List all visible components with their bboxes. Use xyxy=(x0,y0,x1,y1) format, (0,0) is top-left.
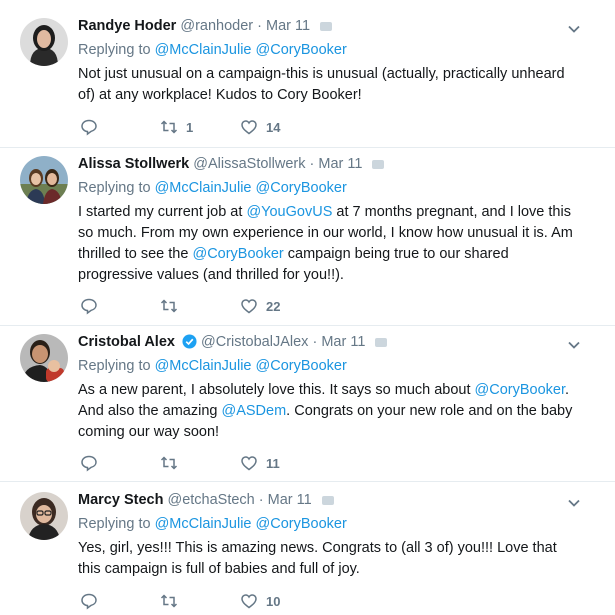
user-name[interactable]: Randye Hoder xyxy=(78,18,176,34)
heart-icon xyxy=(241,120,257,135)
tweet-date[interactable]: Mar 11 xyxy=(318,156,362,172)
replying-to: Replying to @McClainJulie @CoryBooker xyxy=(78,356,347,376)
mention-link[interactable]: @YouGovUS xyxy=(246,204,332,220)
tweet-3[interactable]: Cristobal Alex @CristobalJAlex · Mar 11 … xyxy=(0,326,615,482)
like-count: 10 xyxy=(266,593,281,609)
tweet-text: As a new parent, I absolutely love this.… xyxy=(78,380,578,443)
heart-icon xyxy=(241,456,257,471)
user-name[interactable]: Marcy Stech xyxy=(78,492,163,508)
replying-to: Replying to @McClainJulie @CoryBooker xyxy=(78,514,347,534)
mention-link[interactable]: @ASDem xyxy=(221,403,286,419)
translate-icon xyxy=(321,495,334,505)
reply-icon xyxy=(81,593,97,610)
user-handle[interactable]: @ranhoder xyxy=(180,18,253,34)
retweet-icon xyxy=(160,120,178,134)
reply-button[interactable] xyxy=(80,296,98,316)
reply-button[interactable] xyxy=(80,453,98,473)
heart-icon xyxy=(241,594,257,609)
tweet-4[interactable]: Marcy Stech @etchaStech · Mar 11 Replyin… xyxy=(0,482,615,615)
mention-link[interactable]: @CoryBooker xyxy=(256,516,347,532)
tweet-text: Not just unusual on a campaign-this is u… xyxy=(78,66,565,103)
tweet-header: Marcy Stech @etchaStech · Mar 11 xyxy=(78,490,334,510)
like-count: 22 xyxy=(266,298,281,314)
retweet-icon xyxy=(160,594,178,608)
reply-icon xyxy=(81,119,97,136)
mention-link[interactable]: @CoryBooker xyxy=(475,382,565,398)
tweet-actions: 1 14 xyxy=(78,117,558,137)
chevron-down-icon[interactable] xyxy=(567,496,581,510)
tweet-actions: 11 xyxy=(78,453,558,473)
replying-label: Replying to xyxy=(78,42,151,58)
avatar[interactable] xyxy=(20,18,68,66)
retweet-count: 1 xyxy=(186,119,194,135)
tweet-text-segment: As a new parent, I absolutely love this.… xyxy=(78,382,475,398)
retweet-button[interactable] xyxy=(160,296,186,316)
verified-badge-icon xyxy=(182,334,197,349)
replying-label: Replying to xyxy=(78,516,151,532)
avatar[interactable] xyxy=(20,334,68,382)
replying-label: Replying to xyxy=(78,180,151,196)
retweet-icon xyxy=(160,299,178,313)
tweet-text: I started my current job at @YouGovUS at… xyxy=(78,202,578,286)
tweet-header: Cristobal Alex @CristobalJAlex · Mar 11 xyxy=(78,332,388,352)
tweet-header: Alissa Stollwerk @AlissaStollwerk · Mar … xyxy=(78,154,385,174)
mention-link[interactable]: @CoryBooker xyxy=(256,180,347,196)
user-handle[interactable]: @AlissaStollwerk xyxy=(193,156,305,172)
replying-to: Replying to @McClainJulie @CoryBooker xyxy=(78,40,347,60)
chevron-down-icon[interactable] xyxy=(567,22,581,36)
mention-link[interactable]: @CoryBooker xyxy=(256,42,347,58)
tweet-1[interactable]: Randye Hoder @ranhoder · Mar 11 Replying… xyxy=(0,0,615,148)
reply-icon xyxy=(81,455,97,472)
reply-button[interactable] xyxy=(80,117,98,137)
user-name[interactable]: Cristobal Alex xyxy=(78,334,175,350)
user-name[interactable]: Alissa Stollwerk xyxy=(78,156,189,172)
replying-label: Replying to xyxy=(78,358,151,374)
tweet-date[interactable]: Mar 11 xyxy=(268,492,312,508)
mention-link[interactable]: @McClainJulie xyxy=(155,516,252,532)
reply-icon xyxy=(81,298,97,315)
like-button[interactable]: 11 xyxy=(240,453,280,473)
reply-button[interactable] xyxy=(80,591,98,611)
translate-icon xyxy=(375,337,388,347)
separator-dot: · xyxy=(257,18,262,34)
like-count: 11 xyxy=(266,455,280,471)
user-handle[interactable]: @etchaStech xyxy=(167,492,254,508)
chevron-down-icon[interactable] xyxy=(567,338,581,352)
tweet-date[interactable]: Mar 11 xyxy=(321,334,365,350)
tweet-text: Yes, girl, yes!!! This is amazing news. … xyxy=(78,540,557,577)
like-button[interactable]: 10 xyxy=(240,591,280,611)
translate-icon xyxy=(320,21,333,31)
separator-dot: · xyxy=(312,334,318,350)
like-button[interactable]: 22 xyxy=(240,296,280,316)
translate-icon xyxy=(372,159,385,169)
retweet-button[interactable]: 1 xyxy=(160,117,193,137)
heart-icon xyxy=(241,299,257,314)
tweet-actions: 10 xyxy=(78,591,558,611)
tweet-header: Randye Hoder @ranhoder · Mar 11 xyxy=(78,16,333,36)
avatar[interactable] xyxy=(20,492,68,540)
tweet-actions: 22 xyxy=(78,296,558,316)
separator-dot: · xyxy=(309,156,315,172)
tweet-2[interactable]: Alissa Stollwerk @AlissaStollwerk · Mar … xyxy=(0,148,615,326)
user-handle[interactable]: @CristobalJAlex xyxy=(201,334,308,350)
avatar[interactable] xyxy=(20,156,68,204)
retweet-button[interactable] xyxy=(160,453,186,473)
retweet-button[interactable] xyxy=(160,591,186,611)
mention-link[interactable]: @McClainJulie xyxy=(155,358,252,374)
mention-link[interactable]: @CoryBooker xyxy=(192,246,283,262)
retweet-icon xyxy=(160,456,178,470)
tweet-date[interactable]: Mar 11 xyxy=(266,18,310,34)
mention-link[interactable]: @McClainJulie xyxy=(155,42,252,58)
like-button[interactable]: 14 xyxy=(240,117,280,137)
like-count: 14 xyxy=(266,119,281,135)
mention-link[interactable]: @McClainJulie xyxy=(155,180,252,196)
separator-dot: · xyxy=(258,492,264,508)
tweet-text-segment: I started my current job at xyxy=(78,204,247,220)
replying-to: Replying to @McClainJulie @CoryBooker xyxy=(78,178,347,198)
mention-link[interactable]: @CoryBooker xyxy=(256,358,347,374)
